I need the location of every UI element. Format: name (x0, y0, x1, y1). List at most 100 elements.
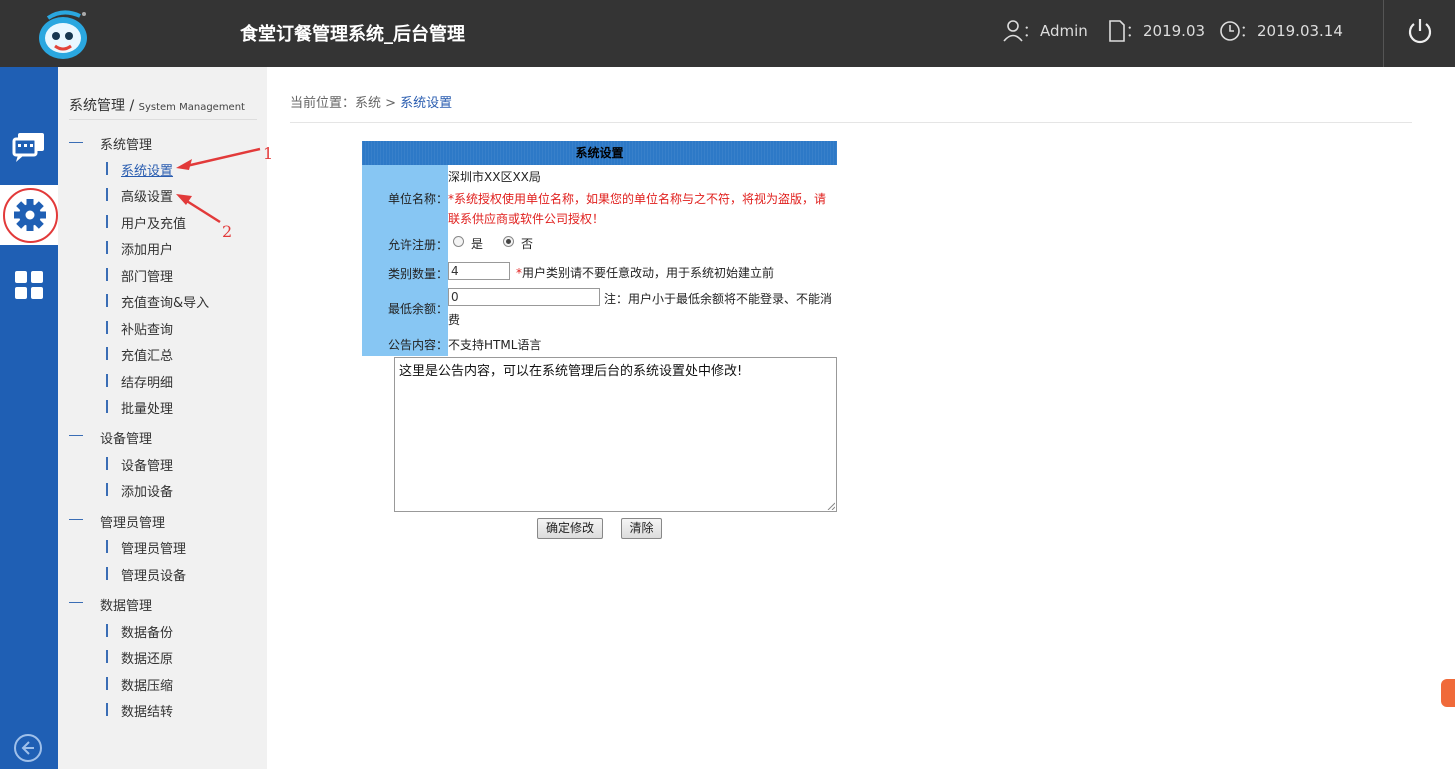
breadcrumb: 当前位置：系统 > 系统设置 (290, 92, 452, 111)
sidebar-group-data[interactable]: 数据管理 (100, 595, 152, 614)
chat-icon (12, 133, 44, 162)
breadcrumb-current[interactable]: 系统设置 (400, 96, 452, 111)
sidebar-item-system-settings[interactable]: 系统设置 (121, 160, 173, 179)
category-note: *用户类别请不要任意改动，用于系统初始建立前 (516, 264, 774, 281)
group-marker (69, 519, 83, 520)
confirm-button[interactable]: 确定修改 (537, 518, 603, 539)
form-heading: 系统设置 (362, 141, 837, 165)
register-label: 允许注册： (387, 238, 448, 252)
header-divider (1383, 0, 1384, 67)
header-user[interactable]: ： Admin (1003, 20, 1093, 44)
sidebar-item-subsidy-query[interactable]: 补贴查询 (121, 319, 173, 338)
min-balance-input[interactable]: 0 (448, 288, 600, 306)
sidebar-item-admin-mgmt[interactable]: 管理员管理 (121, 538, 186, 557)
item-marker (106, 188, 108, 201)
notice-label: 公告内容： (387, 338, 448, 352)
sidebar-item-batch[interactable]: 批量处理 (121, 398, 173, 417)
item-marker (106, 241, 108, 254)
user-prefix: ： (1023, 22, 1039, 40)
floating-badge[interactable] (1441, 679, 1455, 707)
highlight-circle (3, 188, 58, 243)
sidebar-item-add-device[interactable]: 添加设备 (121, 481, 173, 500)
item-marker (106, 400, 108, 413)
iconbar-messages[interactable] (0, 119, 58, 179)
item-marker (106, 347, 108, 360)
user-icon (1003, 20, 1023, 42)
category-input[interactable]: 4 (448, 262, 510, 280)
item-marker (106, 321, 108, 334)
app-logo[interactable] (36, 8, 92, 60)
sidebar-item-recharge-query[interactable]: 充值查询&导入 (121, 292, 209, 311)
date-prefix: ： (1240, 22, 1256, 40)
category-label: 类别数量： (387, 267, 448, 281)
item-marker (106, 624, 108, 637)
clear-button[interactable]: 清除 (621, 518, 662, 539)
sidebar-item-admin-devices[interactable]: 管理员设备 (121, 565, 186, 584)
sidebar-group-admins[interactable]: 管理员管理 (100, 512, 165, 531)
header-date: ： 2019.03.14 (1219, 20, 1343, 44)
sidebar-item-carryover[interactable]: 数据结转 (121, 701, 173, 720)
annotation-number-1: 1 (263, 144, 274, 163)
sidebar-item-recharge-summary[interactable]: 充值汇总 (121, 345, 173, 364)
sidebar-item-departments[interactable]: 部门管理 (121, 266, 173, 285)
sidebar-title: 系统管理 / System Management (69, 95, 245, 115)
header-version: ： 2019.03 (1108, 20, 1205, 44)
item-marker (106, 650, 108, 663)
item-marker (106, 294, 108, 307)
sidebar-item-advanced-settings[interactable]: 高级设置 (121, 186, 173, 205)
min-balance-note-2: 费 (448, 313, 461, 327)
register-no-radio[interactable] (503, 236, 514, 247)
item-marker (106, 215, 108, 228)
content-divider (290, 122, 1412, 123)
annotation-number-2: 2 (222, 222, 233, 241)
item-marker (106, 374, 108, 387)
sidebar-item-backup[interactable]: 数据备份 (121, 622, 173, 641)
sidebar-item-device-mgmt[interactable]: 设备管理 (121, 455, 173, 474)
collapse-button[interactable] (14, 734, 42, 762)
sidebar-title-sep: / (129, 98, 135, 114)
item-marker (106, 162, 108, 175)
unit-warning-1: *系统授权使用单位名称，如果您的单位名称与之不符，将视为盗版，请 (448, 192, 827, 206)
power-button[interactable] (1405, 16, 1435, 46)
document-icon (1109, 20, 1125, 42)
version-value: 2019.03 (1143, 22, 1206, 40)
group-marker (69, 602, 83, 603)
notice-hint: 不支持HTML语言 (448, 338, 542, 352)
item-marker (106, 567, 108, 580)
date-value: 2019.03.14 (1257, 22, 1343, 40)
sidebar-group-system[interactable]: 系统管理 (100, 134, 152, 153)
breadcrumb-prefix: 当前位置：系统 > (290, 96, 397, 111)
register-yes-radio[interactable] (453, 236, 464, 247)
item-marker (106, 703, 108, 716)
version-prefix: ： (1126, 22, 1142, 40)
item-marker (106, 268, 108, 281)
user-name: Admin (1040, 22, 1088, 40)
resize-grip-icon[interactable] (827, 502, 835, 510)
sidebar-item-restore[interactable]: 数据还原 (121, 648, 173, 667)
unit-label: 单位名称： (387, 192, 448, 206)
unit-warning-2: 联系供应商或软件公司授权！ (448, 212, 605, 226)
arrow-left-icon (21, 741, 34, 755)
power-icon (1408, 19, 1432, 44)
register-no-label: 否 (521, 237, 534, 251)
sidebar-group-devices[interactable]: 设备管理 (100, 428, 152, 447)
item-marker (106, 677, 108, 690)
grid-icon (15, 271, 43, 299)
unit-value: 深圳市XX区XX局 (448, 170, 541, 184)
notice-text: 这里是公告内容，可以在系统管理后台的系统设置处中修改! (399, 364, 743, 379)
group-marker (69, 142, 83, 143)
category-note-text: 用户类别请不要任意改动，用于系统初始建立前 (522, 266, 775, 280)
sidebar-item-compress[interactable]: 数据压缩 (121, 675, 173, 694)
sidebar-item-add-user[interactable]: 添加用户 (121, 239, 173, 258)
clock-icon (1220, 21, 1240, 41)
iconbar-settings[interactable] (0, 185, 58, 245)
min-balance-note-1: 注：用户小于最低余额将不能登录、不能消 (604, 292, 833, 306)
item-marker (106, 540, 108, 553)
sidebar-divider (69, 119, 257, 120)
sidebar-item-balance-detail[interactable]: 结存明细 (121, 372, 173, 391)
item-marker (106, 483, 108, 496)
iconbar-apps[interactable] (0, 255, 58, 315)
module-iconbar (0, 67, 58, 769)
notice-textarea[interactable]: 这里是公告内容，可以在系统管理后台的系统设置处中修改! (394, 357, 837, 512)
register-yes-label: 是 (471, 237, 484, 251)
